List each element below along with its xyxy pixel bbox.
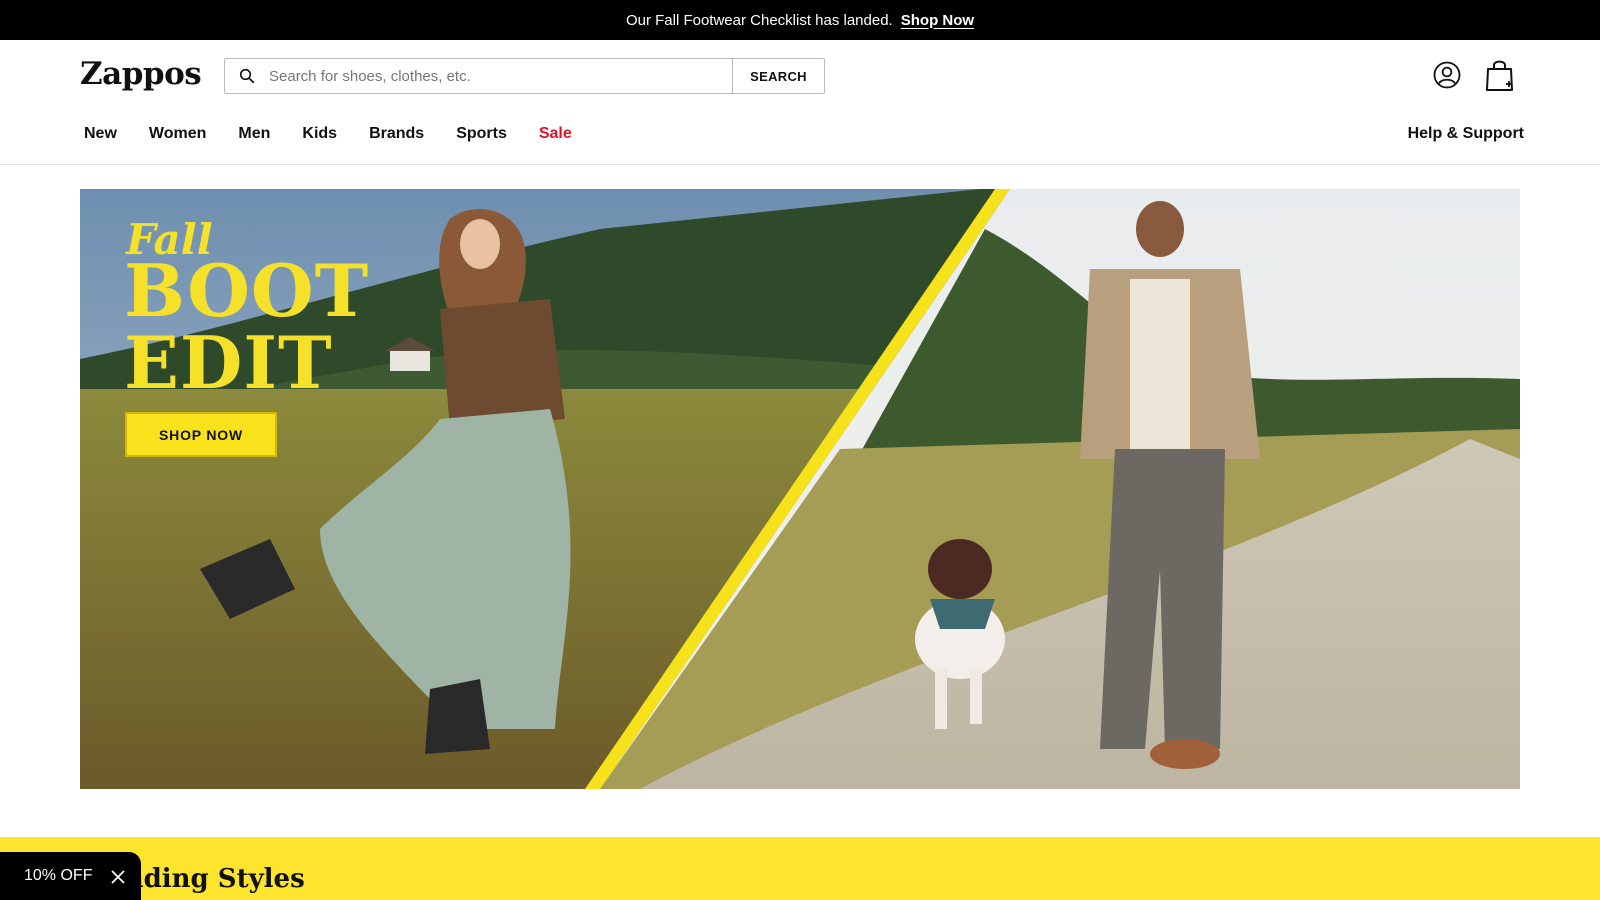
nav-item-sale[interactable]: Sale <box>539 125 572 143</box>
hero-headline-line-2: EDIT <box>124 320 333 405</box>
nav-item-new[interactable]: New <box>84 125 117 143</box>
search-button[interactable]: SEARCH <box>732 59 824 93</box>
announcement-message: Our Fall Footwear Checklist has landed. <box>625 11 893 29</box>
search-input[interactable] <box>269 59 732 93</box>
nav-item-kids[interactable]: Kids <box>302 125 337 143</box>
hero-shop-now-button[interactable]: SHOP NOW <box>125 412 277 457</box>
announcement-shop-now-link[interactable]: Shop Now <box>901 12 974 29</box>
zappos-logo[interactable]: Zappos <box>80 56 202 92</box>
search-icon <box>225 59 269 93</box>
nav-item-men[interactable]: Men <box>238 125 270 143</box>
hero-banner[interactable]: Fall BOOT EDIT SHOP NOW <box>80 189 1520 789</box>
header-divider <box>0 164 1600 165</box>
announcement-bar: Our Fall Footwear Checklist has landed. … <box>0 0 1600 40</box>
nav-item-women[interactable]: Women <box>149 125 206 143</box>
search-bar: SEARCH <box>224 58 825 94</box>
main-nav: New Women Men Kids Brands Sports Sale <box>84 125 604 143</box>
hero-headline: BOOT EDIT <box>124 255 369 399</box>
help-support-link[interactable]: Help & Support <box>1408 125 1524 143</box>
hero-headline-line-1: BOOT <box>124 248 370 333</box>
discount-label: 10% OFF <box>24 867 93 884</box>
account-icon[interactable] <box>1433 61 1461 89</box>
nav-item-sports[interactable]: Sports <box>456 125 507 143</box>
discount-pill[interactable]: 10% OFF <box>0 852 141 900</box>
shopping-bag-icon[interactable] <box>1484 58 1516 92</box>
close-icon[interactable] <box>110 869 126 885</box>
nav-item-brands[interactable]: Brands <box>369 125 424 143</box>
